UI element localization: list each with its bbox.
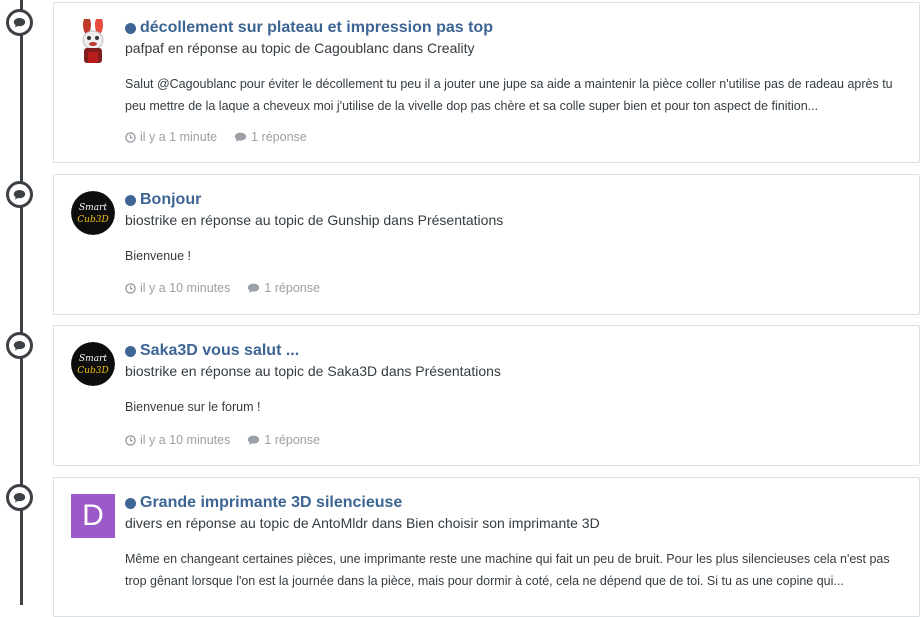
post-snippet: Même en changeant certaines pièces, une … bbox=[125, 552, 890, 588]
post-meta: divers en réponse au topic de AntoMldr d… bbox=[125, 515, 600, 531]
comment-icon bbox=[248, 283, 260, 293]
timeline-comment-icon bbox=[6, 9, 33, 36]
clock-icon bbox=[125, 434, 136, 446]
activity-item: décollement sur plateau et impression pa… bbox=[53, 2, 920, 163]
post-meta: biostrike en réponse au topic de Saka3D … bbox=[125, 363, 501, 379]
activity-item: Smart Cub3D Bonjour biostrike en réponse… bbox=[53, 174, 920, 315]
unread-dot bbox=[125, 497, 136, 509]
unread-dot bbox=[125, 194, 136, 206]
svg-text:Cub3D: Cub3D bbox=[77, 215, 108, 225]
post-time: il y a 10 minutes bbox=[125, 433, 230, 447]
topic-title-link[interactable]: Bonjour bbox=[140, 191, 201, 209]
user-letter-avatar[interactable]: D bbox=[71, 494, 115, 538]
post-meta: pafpaf en réponse au topic de Cagoublanc… bbox=[125, 40, 475, 56]
topic-title-link[interactable]: Grande imprimante 3D silencieuse bbox=[140, 494, 402, 512]
smartcub3d-logo-avatar[interactable]: Smart Cub3D bbox=[71, 342, 115, 386]
topic-title-link[interactable]: Saka3D vous salut ... bbox=[140, 342, 299, 360]
activity-item: D Grande imprimante 3D silencieuse diver… bbox=[53, 477, 920, 617]
comment-icon bbox=[248, 435, 260, 445]
activity-item: Smart Cub3D Saka3D vous salut ... biostr… bbox=[53, 325, 920, 466]
post-time: il y a 10 minutes bbox=[125, 281, 230, 295]
svg-text:Smart: Smart bbox=[79, 203, 107, 213]
clock-icon bbox=[125, 282, 136, 294]
reply-count: 1 réponse bbox=[234, 130, 307, 144]
reply-count: 1 réponse bbox=[247, 281, 320, 295]
post-time: il y a 1 minute bbox=[125, 130, 217, 144]
comment-icon bbox=[234, 132, 247, 142]
svg-text:Cub3D: Cub3D bbox=[77, 366, 108, 376]
user-avatar[interactable] bbox=[71, 16, 115, 63]
post-snippet: Salut @Cagoublanc pour éviter le décolle… bbox=[125, 77, 893, 113]
post-snippet: Bienvenue sur le forum ! bbox=[125, 400, 261, 414]
unread-dot bbox=[125, 345, 136, 357]
svg-text:Smart: Smart bbox=[79, 354, 107, 364]
timeline-comment-icon bbox=[6, 332, 33, 359]
topic-title-link[interactable]: décollement sur plateau et impression pa… bbox=[140, 19, 493, 37]
post-meta: biostrike en réponse au topic de Gunship… bbox=[125, 212, 504, 228]
unread-dot bbox=[125, 22, 136, 34]
timeline-comment-icon bbox=[6, 484, 33, 511]
post-snippet: Bienvenue ! bbox=[125, 249, 192, 263]
clock-icon bbox=[125, 131, 136, 143]
reply-count: 1 réponse bbox=[247, 433, 320, 447]
timeline-comment-icon bbox=[6, 181, 33, 208]
timeline-line bbox=[20, 0, 23, 605]
smartcub3d-logo-avatar[interactable]: Smart Cub3D bbox=[71, 191, 115, 235]
